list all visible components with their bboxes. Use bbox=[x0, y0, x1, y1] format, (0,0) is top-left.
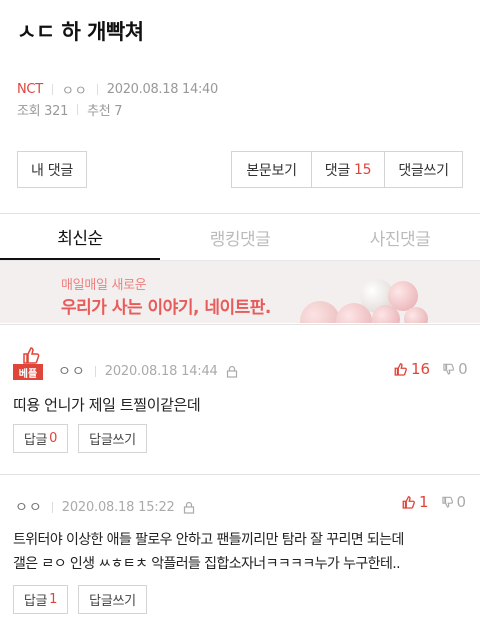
comment-datetime: 2020.08.18 14:44 bbox=[104, 363, 218, 379]
comment-header: ㅇㅇ 2020.08.18 14:44 bbox=[58, 361, 238, 381]
best-label: 베플 bbox=[13, 364, 43, 380]
upvote-count: 16 bbox=[411, 360, 431, 378]
divider bbox=[51, 501, 53, 513]
divider bbox=[96, 84, 98, 95]
pearl-decoration bbox=[300, 301, 340, 323]
banner-subtitle: 매일매일 새로운 bbox=[61, 278, 147, 293]
best-comment-badge: 베플 bbox=[13, 346, 47, 380]
comment-author: ㅇㅇ bbox=[15, 500, 43, 516]
lock-icon[interactable] bbox=[183, 501, 195, 514]
comment-text-line: 갤은 ㄹㅇ 인생 ㅆㅎㅌㅊ 악플러들 집합소자너ㅋㅋㅋㅋ누가 누구한테.. bbox=[13, 556, 401, 572]
tab-photo[interactable]: 사진댓글 bbox=[320, 214, 480, 260]
divider bbox=[51, 84, 53, 95]
downvote-button[interactable]: 0 bbox=[442, 360, 468, 378]
comments-count: 15 bbox=[353, 161, 372, 178]
reply-count: 0 bbox=[49, 431, 58, 446]
thumbs-up-icon bbox=[402, 496, 415, 509]
comment-datetime: 2020.08.18 15:22 bbox=[61, 499, 175, 515]
lock-icon[interactable] bbox=[226, 365, 238, 378]
upvote-count: 1 bbox=[419, 493, 429, 511]
thumbs-down-icon bbox=[441, 496, 453, 508]
write-reply-button[interactable]: 답글쓰기 bbox=[78, 585, 147, 614]
divider bbox=[0, 324, 480, 325]
reply-label: 답글 bbox=[23, 594, 48, 609]
upvote-button[interactable]: 16 bbox=[393, 360, 430, 378]
downvote-count: 0 bbox=[458, 360, 468, 378]
comments-label: 댓글 bbox=[324, 162, 350, 179]
tab-ranking[interactable]: 랭킹댓글 bbox=[160, 214, 320, 260]
reply-button[interactable]: 답글 1 bbox=[13, 585, 68, 614]
tab-latest[interactable]: 최신순 bbox=[0, 214, 160, 260]
comment-votes: 16 0 bbox=[393, 360, 468, 378]
comment-votes: 1 0 bbox=[401, 493, 466, 511]
reply-label: 답글 bbox=[23, 433, 48, 448]
comment-author: ㅇㅇ bbox=[58, 364, 86, 380]
my-comment-button[interactable]: 내 댓글 bbox=[17, 151, 87, 188]
banner-title: 우리가 사는 이야기, 네이트판. bbox=[61, 298, 271, 318]
downvote-count: 0 bbox=[456, 493, 467, 511]
write-reply-button[interactable]: 답글쓰기 bbox=[78, 424, 147, 453]
comment-header: ㅇㅇ 2020.08.18 15:22 bbox=[15, 497, 195, 517]
comments-count-button[interactable]: 댓글 15 bbox=[312, 152, 385, 187]
view-body-button[interactable]: 본문보기 bbox=[232, 152, 312, 187]
thumbs-up-icon bbox=[23, 347, 40, 364]
reply-count: 1 bbox=[49, 592, 58, 607]
thumbs-down-icon bbox=[443, 363, 455, 375]
comment-sort-tabs: 최신순 랭킹댓글 사진댓글 bbox=[0, 214, 480, 260]
upvote-button[interactable]: 1 bbox=[401, 493, 429, 511]
post-author: ㅇㅇ bbox=[61, 84, 88, 99]
thumbs-up-icon bbox=[394, 363, 407, 376]
comment-action-group: 본문보기 댓글 15 댓글쓰기 bbox=[231, 151, 463, 188]
divider bbox=[0, 474, 480, 475]
pearl-decoration bbox=[404, 307, 428, 323]
post-category-link[interactable]: NCT bbox=[17, 82, 43, 97]
post-stats-line: 조회 321 추천 7 bbox=[17, 100, 123, 119]
post-datetime: 2020.08.18 14:40 bbox=[106, 82, 219, 97]
post-meta-line: NCT ㅇㅇ 2020.08.18 14:40 bbox=[17, 80, 218, 99]
post-title: ㅅㄷ 하 개빡쳐 bbox=[17, 20, 144, 44]
comment-text-line: 트위터야 이상한 애들 팔로우 안하고 팬들끼리만 탐라 잘 꾸리면 되는데 bbox=[13, 532, 404, 548]
divider bbox=[77, 104, 79, 115]
reply-button[interactable]: 답글 0 bbox=[13, 424, 68, 453]
comment-text: 띠용 언니가 제일 트찔이같은데 bbox=[13, 396, 201, 414]
post-recommends: 추천 7 bbox=[87, 104, 123, 119]
downvote-button[interactable]: 0 bbox=[441, 493, 467, 511]
write-comment-button[interactable]: 댓글쓰기 bbox=[385, 152, 462, 187]
comment-text: 트위터야 이상한 애들 팔로우 안하고 팬들끼리만 탐라 잘 꾸리면 되는데 갤… bbox=[13, 528, 404, 576]
divider bbox=[94, 365, 96, 377]
post-views: 조회 321 bbox=[17, 104, 69, 119]
nate-pann-banner[interactable]: 매일매일 새로운 우리가 사는 이야기, 네이트판. bbox=[0, 260, 480, 323]
